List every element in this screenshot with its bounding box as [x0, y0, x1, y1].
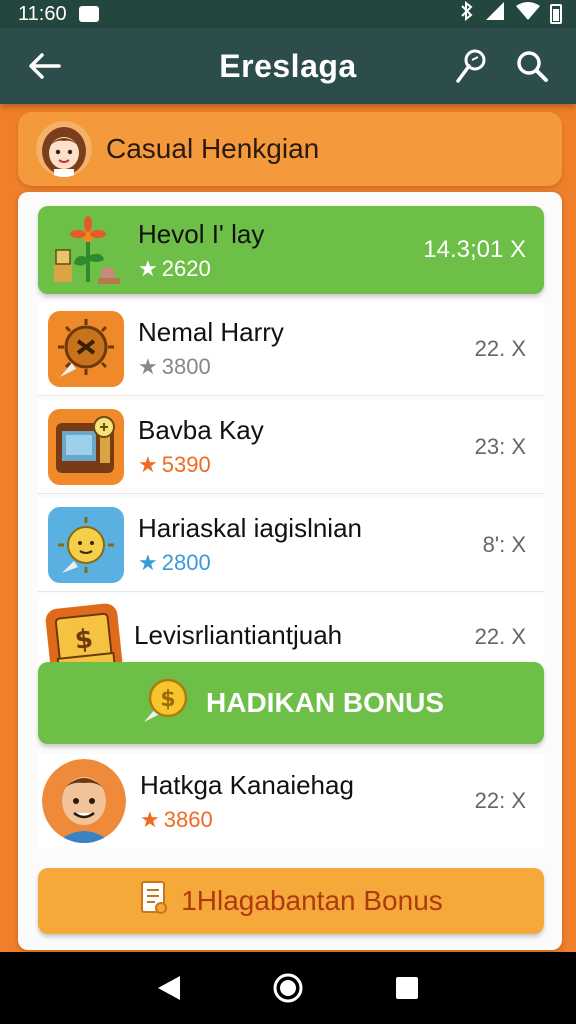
item-name: Nemal Harry: [138, 317, 284, 347]
item-rating: ★ 3860: [140, 807, 475, 833]
girl-avatar-icon: [36, 121, 92, 177]
list-item[interactable]: Hatkga Kanaiehag ★ 3860 22: X: [38, 754, 544, 848]
coin-icon: $: [138, 674, 190, 733]
back-button[interactable]: [24, 46, 64, 86]
boy-avatar-icon: [42, 759, 126, 843]
status-bar: 11:60: [0, 0, 576, 28]
bluetooth-icon: [460, 0, 474, 27]
svg-text:$: $: [160, 687, 175, 712]
sun-face-icon: [48, 506, 124, 583]
star-icon: ★: [140, 806, 160, 832]
category-header: Casual Henkgian: [18, 112, 562, 186]
list-item[interactable]: Hevol I' lay ★ 2620 14.3;01 X: [38, 206, 544, 294]
pin-button[interactable]: [450, 46, 490, 86]
item-rating: ★ 3800: [138, 354, 475, 380]
rating-value: 3860: [163, 806, 213, 832]
tv-icon: [48, 408, 124, 485]
item-name: Bavba Kay: [138, 415, 264, 445]
bonus-label: HADIKAN BONUS: [206, 687, 444, 718]
star-icon: ★: [138, 255, 158, 281]
item-rating: ★ 5390: [138, 452, 475, 478]
item-name: Hariaskal iagislnian: [138, 513, 362, 543]
rating-value: 2800: [161, 550, 211, 575]
sun-spike-icon: [48, 310, 124, 387]
search-icon: [517, 51, 548, 82]
signal-icon: [484, 2, 506, 26]
category-title: Casual Henkgian: [106, 133, 320, 164]
plant-icon: [48, 212, 124, 288]
system-nav-bar: [0, 952, 576, 1024]
item-name: Hatkga Kanaiehag: [140, 769, 354, 800]
bonus-label: 1Hlagabantan Bonus: [181, 885, 443, 916]
square-recents-icon: [395, 977, 418, 999]
item-amount: 8': X: [482, 531, 526, 557]
recents-nav-button[interactable]: [387, 968, 427, 1008]
back-nav-button[interactable]: [149, 968, 189, 1008]
item-amount: 22: X: [474, 788, 526, 813]
arrow-left-icon: [29, 53, 61, 79]
item-amount: 22. X: [474, 335, 526, 361]
list-item[interactable]: Hariaskal iagislnian ★ 2800 8': X: [38, 498, 544, 592]
rating-value: 5390: [161, 452, 211, 477]
star-icon: ★: [138, 550, 158, 575]
list-item[interactable]: Bavba Kay ★ 5390 23: X: [38, 400, 544, 494]
search-button[interactable]: [512, 46, 552, 86]
home-nav-button[interactable]: [268, 968, 308, 1008]
item-rating: ★ 2620: [138, 256, 423, 282]
home-circle-icon: [273, 973, 303, 1003]
app-list: Hevol I' lay ★ 2620 14.3;01 X Nemal Harr…: [18, 192, 562, 950]
pin-icon: [456, 49, 486, 83]
rating-value: 2620: [161, 255, 211, 281]
triangle-back-icon: [158, 976, 181, 1000]
svg-text:$: $: [73, 624, 94, 656]
item-amount: 14.3;01 X: [423, 236, 526, 263]
item-name: Hevol I' lay: [138, 218, 265, 249]
list-item[interactable]: Nemal Harry ★ 3800 22. X: [38, 302, 544, 396]
item-amount: 22. X: [474, 624, 526, 649]
rating-value: 3800: [161, 354, 211, 379]
star-icon: ★: [138, 452, 158, 477]
app-bar: Ereslaga: [0, 28, 576, 104]
star-icon: ★: [138, 354, 158, 379]
notification-icon: [78, 6, 99, 22]
item-amount: 23: X: [474, 433, 526, 459]
battery-icon: [550, 4, 562, 24]
item-rating: ★ 2800: [138, 550, 483, 576]
wifi-icon: [516, 2, 540, 26]
bonus-button[interactable]: 1Hlagabantan Bonus: [38, 868, 544, 934]
item-name: Levisrliantiantjuah: [134, 620, 343, 650]
status-time: 11:60: [18, 2, 67, 25]
document-icon: [139, 880, 169, 923]
hadikan-bonus-button[interactable]: $ HADIKAN BONUS: [38, 662, 544, 744]
